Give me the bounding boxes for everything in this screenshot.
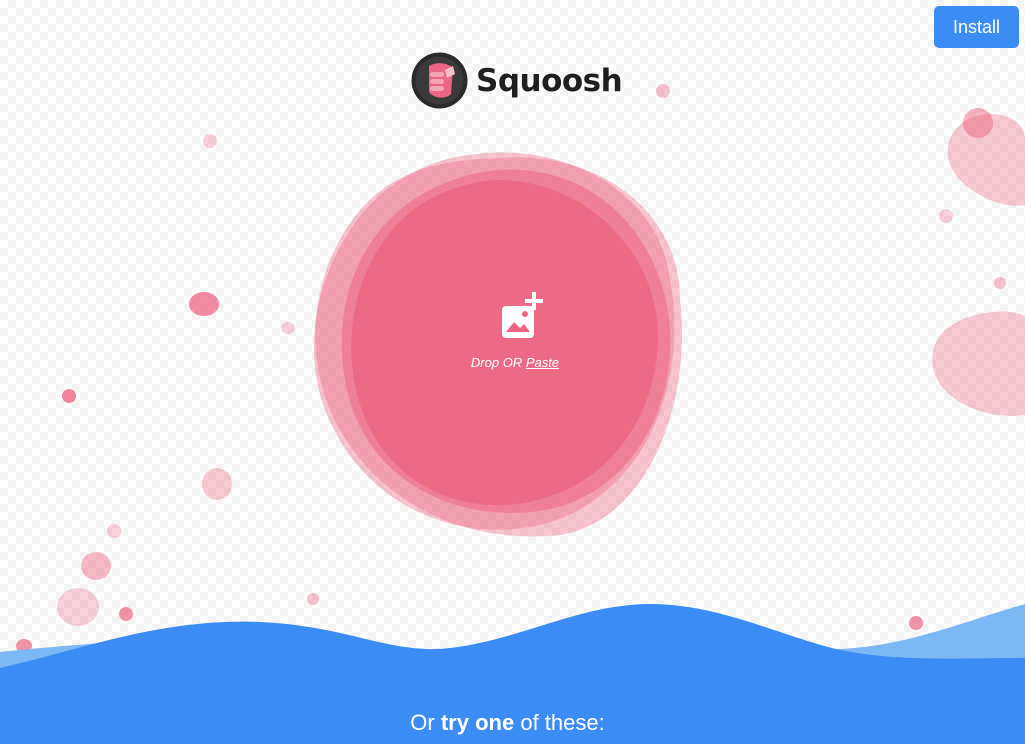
demo-heading-bold: try one <box>440 710 515 735</box>
app-title: Squoosh <box>476 62 623 99</box>
image-drop-zone[interactable]: Drop OR Paste <box>440 290 590 400</box>
app-logo[interactable]: Squoosh <box>411 52 623 109</box>
demo-heading-prefix: Or <box>410 710 435 735</box>
add-image-icon <box>502 292 543 338</box>
install-button[interactable]: Install <box>934 6 1019 48</box>
squoosh-logo-icon <box>411 52 468 109</box>
demo-heading-suffix: of these: <box>520 710 605 735</box>
drop-label: Drop OR <box>470 355 523 370</box>
demo-heading: Or try one of these: <box>0 710 1015 736</box>
drop-instructions: Drop OR Paste <box>471 355 559 370</box>
paste-link[interactable]: Paste <box>526 355 559 370</box>
